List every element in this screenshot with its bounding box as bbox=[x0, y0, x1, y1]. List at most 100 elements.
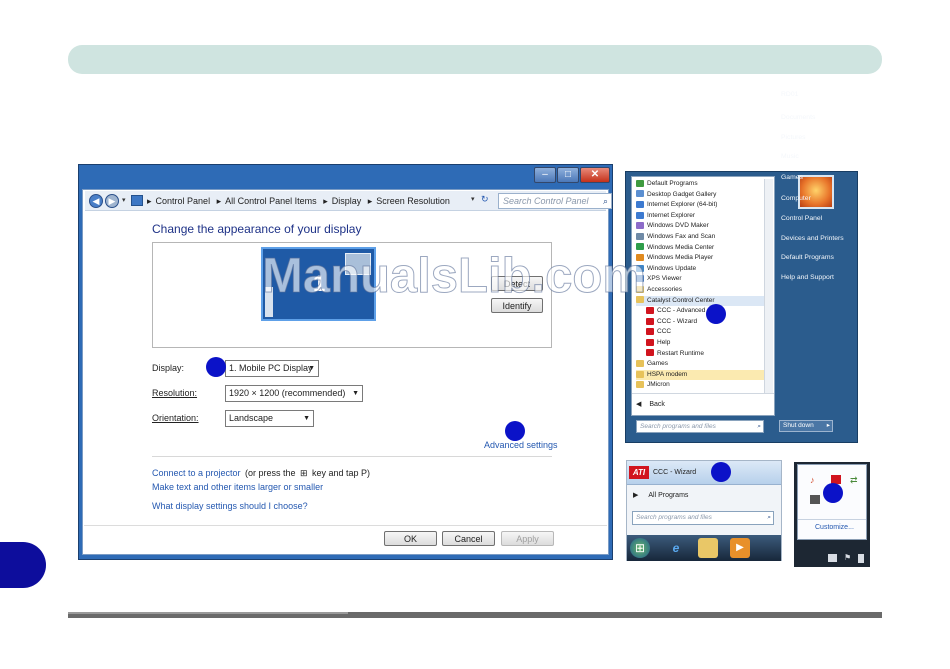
program-item[interactable]: Accessories bbox=[636, 285, 764, 296]
back-arrow-icon: ◀ bbox=[636, 401, 642, 408]
program-item[interactable]: JMicron bbox=[636, 380, 764, 391]
breadcrumb: ▸ Control Panel ▸ All Control Panel Items … bbox=[147, 196, 450, 206]
start-menu-right-item[interactable]: Help and Support bbox=[781, 274, 834, 281]
start-menu-right-item[interactable]: Devices and Printers bbox=[781, 235, 844, 242]
program-item[interactable]: Windows DVD Maker bbox=[636, 221, 764, 232]
program-icon bbox=[636, 243, 644, 251]
user-avatar[interactable] bbox=[798, 175, 834, 209]
advanced-settings-link[interactable]: Advanced settings bbox=[484, 440, 558, 450]
chevron-down-icon: ▼ bbox=[352, 390, 359, 397]
program-icon bbox=[636, 275, 644, 283]
start-menu-right-item[interactable]: Music bbox=[781, 153, 799, 160]
program-item[interactable]: Windows Fax and Scan bbox=[636, 232, 764, 243]
shutdown-button[interactable]: Shut down ▸ bbox=[779, 420, 833, 432]
callout-marker bbox=[711, 462, 731, 482]
program-item[interactable]: Help bbox=[636, 338, 764, 349]
program-item[interactable]: Internet Explorer bbox=[636, 211, 764, 222]
monitor-1-thumbnail[interactable]: 1 bbox=[261, 247, 376, 321]
apply-button[interactable]: Apply bbox=[501, 531, 554, 546]
program-icon bbox=[636, 285, 644, 293]
program-item[interactable]: Desktop Gadget Gallery bbox=[636, 190, 764, 201]
programs-pane: Default Programs Desktop Gadget Gallery In… bbox=[631, 176, 775, 416]
program-item[interactable]: Windows Media Player bbox=[636, 253, 764, 264]
program-item[interactable]: CCC - Wizard bbox=[636, 317, 764, 328]
orientation-label: Orientation: bbox=[152, 413, 199, 423]
start-menu-right-item[interactable]: Pictures bbox=[781, 134, 806, 141]
show-hidden-icons-icon[interactable] bbox=[828, 554, 837, 562]
start-search-input[interactable]: Search programs and files ⌕ bbox=[636, 420, 764, 433]
divider bbox=[798, 519, 866, 520]
desktop-icons-thumbnail bbox=[265, 287, 273, 317]
chevron-right-icon: ▶ bbox=[633, 492, 639, 499]
start-menu-right-item[interactable]: Default Programs bbox=[781, 254, 834, 261]
projector-link[interactable]: Connect to a projector bbox=[152, 468, 241, 478]
program-item[interactable]: Windows Update bbox=[636, 264, 764, 275]
search-icon[interactable]: ⌕ bbox=[767, 512, 771, 524]
text-size-link[interactable]: Make text and other items larger or smal… bbox=[152, 482, 323, 492]
program-item[interactable]: Internet Explorer (64-bit) bbox=[636, 200, 764, 211]
program-item[interactable]: HSPA modem bbox=[636, 369, 764, 381]
speaker-icon[interactable]: ♪ bbox=[810, 475, 815, 485]
all-programs-label: All Programs bbox=[648, 492, 689, 499]
ccc-wizard-item[interactable]: ATI CCC - Wizard bbox=[627, 461, 781, 485]
orientation-select[interactable]: Landscape ▼ bbox=[225, 410, 314, 427]
chevron-right-icon[interactable]: ▸ bbox=[827, 421, 830, 431]
media-player-icon[interactable]: ▶ bbox=[730, 538, 750, 558]
callout-marker bbox=[505, 421, 525, 441]
program-item[interactable]: Catalyst Control Center bbox=[636, 295, 764, 307]
start-menu-right-item[interactable]: Computer bbox=[781, 195, 811, 202]
device-tray-icon[interactable] bbox=[810, 495, 820, 504]
display-select[interactable]: 1. Mobile PC Display ▼ bbox=[225, 360, 319, 377]
battery-icon[interactable] bbox=[858, 554, 864, 563]
program-item[interactable]: Restart Runtime bbox=[636, 349, 764, 360]
ccc-search-input[interactable]: Search programs and files ⌕ bbox=[632, 511, 774, 525]
recent-pages-icon[interactable]: ▾ bbox=[122, 196, 126, 204]
network-icon[interactable]: ⇄ bbox=[850, 475, 858, 486]
address-dropdown-icon[interactable]: ▾ bbox=[471, 195, 475, 203]
program-label: Windows DVD Maker bbox=[647, 222, 709, 230]
ccc-search-placeholder: Search programs and files bbox=[636, 514, 712, 521]
projector-line: Connect to a projector (or press the ⊞ k… bbox=[152, 463, 370, 481]
folder-icon[interactable] bbox=[698, 538, 718, 558]
close-button[interactable]: ✕ bbox=[580, 167, 610, 183]
program-label: XPS Viewer bbox=[647, 275, 682, 283]
internet-explorer-icon[interactable]: e bbox=[666, 538, 686, 558]
program-icon bbox=[636, 381, 644, 389]
search-icon[interactable]: ⌕ bbox=[603, 194, 608, 208]
cancel-button[interactable]: Cancel bbox=[442, 531, 495, 546]
breadcrumb-control-panel[interactable]: Control Panel bbox=[156, 196, 211, 206]
program-item[interactable]: XPS Viewer bbox=[636, 274, 764, 285]
start-orb-icon[interactable]: ⊞ bbox=[630, 538, 650, 558]
all-programs-item[interactable]: ▶ All Programs bbox=[633, 491, 688, 499]
forward-arrow-icon[interactable]: ▶ bbox=[105, 194, 119, 208]
resolution-select[interactable]: 1920 × 1200 (recommended) ▼ bbox=[225, 385, 363, 402]
back-arrow-icon[interactable]: ◀ bbox=[89, 194, 103, 208]
breadcrumb-display[interactable]: Display bbox=[332, 196, 362, 206]
refresh-icon[interactable]: ↻ bbox=[481, 194, 489, 205]
maximize-button[interactable]: □ bbox=[557, 167, 579, 183]
customize-link[interactable]: Customize... bbox=[815, 524, 854, 531]
help-link[interactable]: What display settings should I choose? bbox=[152, 501, 308, 511]
breadcrumb-all-items[interactable]: All Control Panel Items bbox=[225, 196, 317, 206]
program-icon bbox=[636, 190, 644, 198]
start-menu-right-item[interactable]: Games bbox=[781, 174, 803, 181]
start-menu-right-item[interactable]: Documents bbox=[781, 114, 815, 121]
program-item[interactable]: CCC - Advanced bbox=[636, 306, 764, 317]
search-icon[interactable]: ⌕ bbox=[757, 421, 761, 432]
start-menu-right-item[interactable]: RD01 bbox=[781, 91, 798, 98]
program-item[interactable]: Games bbox=[636, 359, 764, 370]
ok-button[interactable]: OK bbox=[384, 531, 437, 546]
start-menu-right-item[interactable]: Control Panel bbox=[781, 215, 822, 222]
program-item[interactable]: Windows Media Center bbox=[636, 243, 764, 254]
search-input[interactable]: Search Control Panel ⌕ bbox=[498, 193, 612, 209]
minimize-button[interactable]: – bbox=[534, 167, 556, 183]
breadcrumb-screen-resolution[interactable]: Screen Resolution bbox=[376, 196, 450, 206]
program-icon bbox=[636, 296, 644, 304]
detect-button[interactable]: Detect bbox=[491, 276, 543, 291]
identify-button[interactable]: Identify bbox=[491, 298, 543, 313]
program-item[interactable]: Default Programs bbox=[636, 179, 764, 190]
program-item[interactable]: CCC bbox=[636, 327, 764, 338]
back-item[interactable]: ◀ Back bbox=[636, 400, 665, 408]
flag-icon[interactable]: ⚑ bbox=[844, 553, 851, 562]
scrollbar[interactable] bbox=[764, 179, 773, 393]
